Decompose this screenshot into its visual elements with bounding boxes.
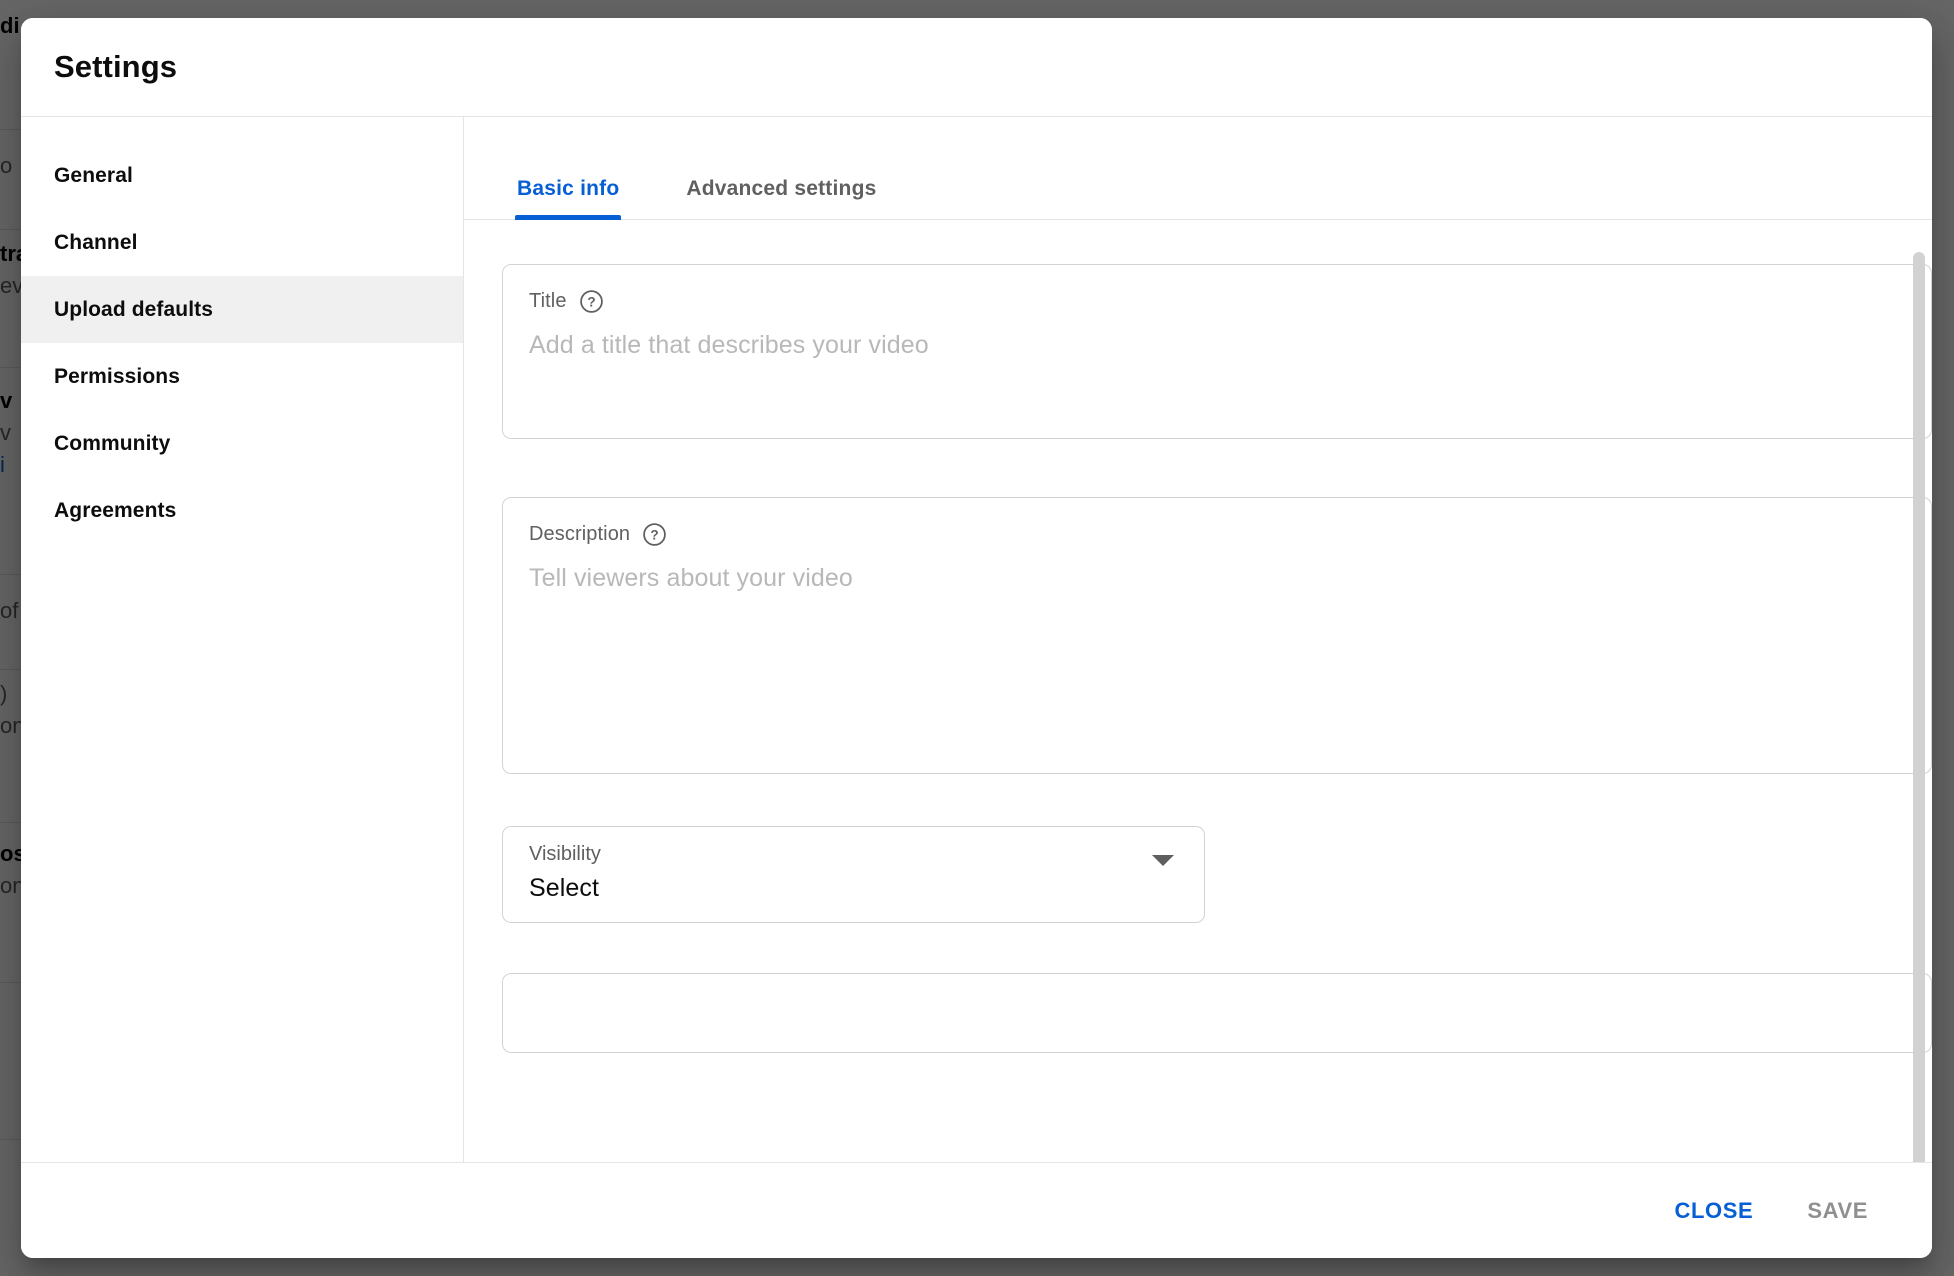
- description-placeholder: Tell viewers about your video: [529, 564, 853, 592]
- title-label: Title: [529, 289, 567, 312]
- sidebar-item-agreements[interactable]: Agreements: [21, 477, 463, 544]
- settings-content: Basic info Advanced settings Title ? Add…: [464, 117, 1932, 1162]
- tab-label: Basic info: [517, 177, 620, 200]
- title-input[interactable]: Title ? Add a title that describes your …: [502, 264, 1932, 439]
- tab-advanced-settings[interactable]: Advanced settings: [684, 177, 878, 219]
- tab-label: Advanced settings: [686, 177, 877, 200]
- svg-text:?: ?: [651, 527, 659, 542]
- dialog-footer: CLOSE SAVE: [21, 1162, 1932, 1258]
- title-label-row: Title ?: [529, 287, 1905, 315]
- svg-text:?: ?: [587, 294, 595, 309]
- sidebar-item-channel[interactable]: Channel: [21, 209, 463, 276]
- close-button[interactable]: CLOSE: [1655, 1184, 1774, 1238]
- sidebar-item-label: Upload defaults: [54, 297, 214, 321]
- tab-basic-info[interactable]: Basic info: [515, 177, 622, 220]
- sidebar-item-general[interactable]: General: [21, 142, 463, 209]
- description-label-row: Description ?: [529, 520, 1905, 548]
- settings-sidebar: General Channel Upload defaults Permissi…: [21, 117, 464, 1162]
- dialog-header: Settings: [21, 18, 1932, 116]
- save-button[interactable]: SAVE: [1787, 1184, 1888, 1238]
- help-circle-icon[interactable]: ?: [642, 522, 667, 547]
- description-input[interactable]: Description ? Tell viewers about your vi…: [502, 497, 1932, 774]
- sidebar-item-community[interactable]: Community: [21, 410, 463, 477]
- visibility-value: Select: [529, 874, 600, 902]
- title-placeholder: Add a title that describes your video: [529, 331, 929, 359]
- help-circle-icon[interactable]: ?: [579, 289, 604, 314]
- tab-bar: Basic info Advanced settings: [464, 117, 1932, 220]
- visibility-dropdown[interactable]: Visibility Select: [502, 826, 1205, 923]
- description-label: Description: [529, 522, 631, 545]
- sidebar-item-label: Agreements: [54, 498, 177, 522]
- sidebar-item-label: General: [54, 163, 133, 187]
- sidebar-item-label: Permissions: [54, 364, 180, 388]
- dialog-body: General Channel Upload defaults Permissi…: [21, 116, 1932, 1162]
- fields-container: Title ? Add a title that describes your …: [464, 264, 1932, 1053]
- settings-scroll-area: Title ? Add a title that describes your …: [464, 220, 1932, 1162]
- visibility-label: Visibility: [529, 843, 601, 865]
- scrollbar-thumb[interactable]: [1913, 252, 1925, 1162]
- sidebar-item-label: Channel: [54, 230, 138, 254]
- settings-dialog: Settings General Channel Upload defaults…: [21, 18, 1932, 1258]
- sidebar-item-permissions[interactable]: Permissions: [21, 343, 463, 410]
- page-title: Settings: [54, 49, 178, 84]
- content-scrollbar[interactable]: [1912, 220, 1926, 1162]
- chevron-down-icon[interactable]: [1152, 854, 1174, 884]
- next-field-partial[interactable]: [502, 973, 1932, 1053]
- sidebar-item-label: Community: [54, 431, 171, 455]
- sidebar-item-upload-defaults[interactable]: Upload defaults: [21, 276, 463, 343]
